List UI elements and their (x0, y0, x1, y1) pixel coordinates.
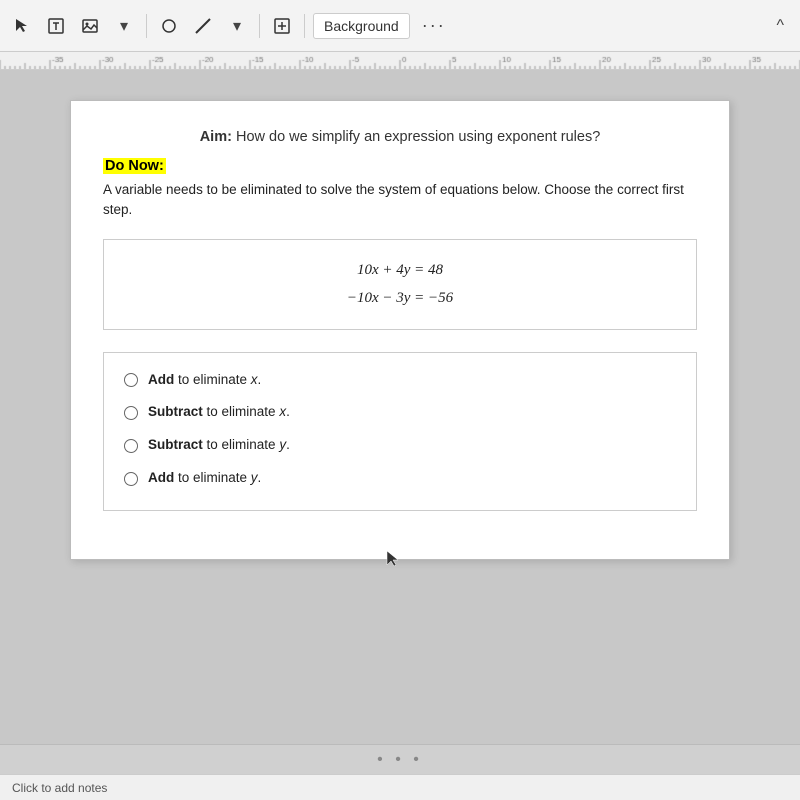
background-button[interactable]: Background (313, 13, 410, 39)
choice-item[interactable]: Add to eliminate x. (124, 371, 676, 390)
cursor-indicator (385, 550, 399, 573)
separator-2 (259, 14, 260, 38)
choice-item[interactable]: Subtract to eliminate x. (124, 403, 676, 422)
slide-card: Aim: How do we simplify an expression us… (70, 100, 730, 560)
choice-item[interactable]: Subtract to eliminate y. (124, 436, 676, 455)
choice-4-text: Add to eliminate y. (148, 469, 261, 488)
choice-item[interactable]: Add to eliminate y. (124, 469, 676, 488)
do-now-text: Do Now: (103, 158, 166, 174)
ruler (0, 52, 800, 70)
more-options-button[interactable]: ··· (416, 11, 452, 40)
main-area: Aim: How do we simplify an expression us… (0, 70, 800, 744)
toolbar: ▾ ▾ Background ··· ^ (0, 0, 800, 52)
choices-box: Add to eliminate x. Subtract to eliminat… (103, 352, 697, 512)
status-text: Click to add notes (12, 781, 107, 795)
aim-prefix: Aim: (200, 129, 232, 145)
insert-icon[interactable] (268, 12, 296, 40)
radio-circle-3[interactable] (124, 439, 138, 453)
equations-box: 10x + 4y = 48 −10x − 3y = −56 (103, 239, 697, 330)
radio-circle-2[interactable] (124, 406, 138, 420)
choice-2-text: Subtract to eliminate x. (148, 403, 290, 422)
choice-1-text: Add to eliminate x. (148, 371, 261, 390)
do-now-label: Do Now: (103, 157, 697, 180)
radio-circle-1[interactable] (124, 373, 138, 387)
status-bar: Click to add notes (0, 774, 800, 800)
equation-1: 10x + 4y = 48 (124, 256, 676, 285)
cursor-tool-icon[interactable] (8, 12, 36, 40)
choice-3-text: Subtract to eliminate y. (148, 436, 290, 455)
equation-2: −10x − 3y = −56 (124, 284, 676, 313)
aim-text: How do we simplify an expression using e… (232, 129, 600, 145)
problem-text: A variable needs to be eliminated to sol… (103, 180, 697, 221)
separator-3 (304, 14, 305, 38)
separator-1 (146, 14, 147, 38)
shape-tool-icon[interactable] (155, 12, 183, 40)
scroll-dots: • • • (377, 751, 423, 769)
text-tool-icon[interactable] (42, 12, 70, 40)
aim-line: Aim: How do we simplify an expression us… (103, 129, 697, 145)
image-tool-icon[interactable] (76, 12, 104, 40)
radio-circle-4[interactable] (124, 472, 138, 486)
bottom-scroll-bar[interactable]: • • • (0, 744, 800, 774)
line-tool-icon[interactable] (189, 12, 217, 40)
image-dropdown-icon[interactable]: ▾ (110, 12, 138, 40)
line-dropdown-icon[interactable]: ▾ (223, 12, 251, 40)
collapse-toolbar-button[interactable]: ^ (768, 13, 792, 39)
